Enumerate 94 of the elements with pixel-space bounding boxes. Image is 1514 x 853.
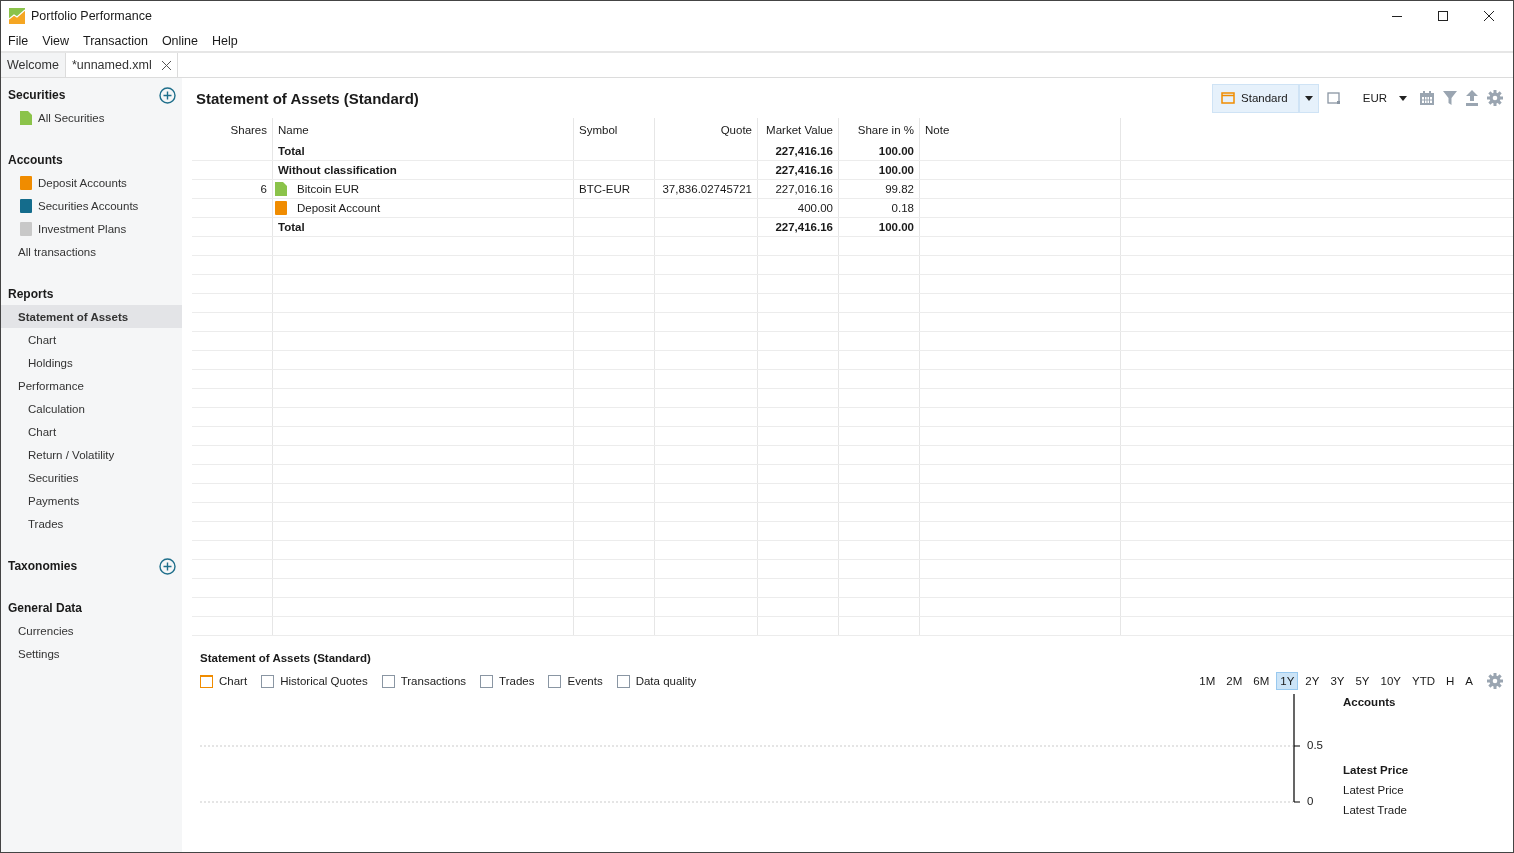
column-header[interactable]: Quote xyxy=(654,118,758,142)
column-header[interactable]: Symbol xyxy=(573,118,655,142)
column-header[interactable]: Name xyxy=(272,118,574,142)
table-cell: 227,416.16 xyxy=(775,145,833,157)
nav-item[interactable]: Return / Volatility xyxy=(1,443,182,466)
nav-item[interactable]: Currencies xyxy=(1,619,182,642)
close-icon[interactable] xyxy=(1483,9,1495,22)
table-cell: 100.00 xyxy=(878,145,914,157)
table-cell: 100.00 xyxy=(878,221,914,233)
document-icon xyxy=(20,110,32,125)
legend-label: Accounts xyxy=(1343,696,1397,710)
nav-item[interactable]: Chart xyxy=(1,328,182,351)
period-button[interactable]: H xyxy=(1442,672,1459,690)
nav-item[interactable]: Securities xyxy=(1,466,182,489)
legend-label: Latest Trade xyxy=(1343,804,1408,818)
checkbox[interactable]: Data quality xyxy=(616,674,697,688)
column-header[interactable]: Market Value xyxy=(757,118,839,142)
period-button[interactable]: 5Y xyxy=(1351,672,1374,690)
table-cell: 227,416.16 xyxy=(775,164,833,176)
window-icon[interactable] xyxy=(1326,91,1341,105)
add-icon[interactable] xyxy=(159,557,176,575)
nav-item[interactable]: Statement of Assets xyxy=(1,305,182,328)
period-button[interactable]: 1M xyxy=(1195,672,1220,690)
view-selector-button[interactable]: Standard xyxy=(1212,83,1299,113)
axis-label: 0 xyxy=(1307,795,1314,807)
period-button[interactable]: 2M xyxy=(1222,672,1247,690)
window-icon xyxy=(1221,92,1236,104)
checkbox[interactable]: Chart xyxy=(200,674,248,688)
table-cell: Bitcoin EUR xyxy=(297,183,359,195)
column-header[interactable]: Shares xyxy=(192,118,273,142)
column-header[interactable]: Note xyxy=(919,118,1121,142)
document-icon xyxy=(275,182,287,196)
section-heading: Accounts xyxy=(8,153,63,167)
panel-title: Statement of Assets (Standard) xyxy=(200,652,372,664)
checkbox[interactable]: Trades xyxy=(480,674,535,688)
table-cell: 6 xyxy=(260,183,267,195)
table-cell: 400.00 xyxy=(797,202,833,214)
period-button[interactable]: 3Y xyxy=(1326,672,1349,690)
period-button[interactable]: 1Y xyxy=(1276,672,1299,690)
nav-item[interactable]: Trades xyxy=(1,512,182,535)
table-cell: Deposit Account xyxy=(297,202,381,214)
axis-label: 0.5 xyxy=(1307,739,1323,751)
menu-item[interactable]: Online xyxy=(161,33,198,48)
nav-item[interactable]: Securities Accounts xyxy=(1,194,182,217)
checkbox[interactable]: Transactions xyxy=(381,674,467,688)
period-button[interactable]: A xyxy=(1461,672,1477,690)
table-cell: 100.00 xyxy=(878,164,914,176)
close-icon[interactable] xyxy=(161,60,171,70)
caret-icon xyxy=(1399,95,1407,101)
add-icon[interactable] xyxy=(159,86,176,104)
tab[interactable]: Welcome xyxy=(1,53,66,77)
menu-item[interactable]: View xyxy=(42,33,70,48)
section-heading: Reports xyxy=(8,287,54,301)
nav-item[interactable]: Holdings xyxy=(1,351,182,374)
table-cell: 0.18 xyxy=(891,202,914,214)
menu-item[interactable]: Help xyxy=(212,33,238,48)
nav-item[interactable]: Calculation xyxy=(1,397,182,420)
nav-item[interactable]: Performance xyxy=(1,374,182,397)
maximize-icon[interactable] xyxy=(1437,9,1449,22)
table-cell: 37,836.02745721 xyxy=(662,183,752,195)
section-heading: Taxonomies xyxy=(8,559,78,573)
nav-item[interactable]: Deposit Accounts xyxy=(1,171,182,194)
nav-item[interactable]: Settings xyxy=(1,642,182,665)
app-logo-icon xyxy=(9,7,25,24)
menu-item[interactable]: Transaction xyxy=(83,33,148,48)
table-cell: 227,016.16 xyxy=(775,183,833,195)
table-cell: 227,416.16 xyxy=(775,221,833,233)
caret-icon xyxy=(1304,95,1313,101)
table-cell: 99.82 xyxy=(885,183,914,195)
nav-item[interactable]: Payments xyxy=(1,489,182,512)
checkbox[interactable]: Events xyxy=(548,674,603,688)
nav-item[interactable]: All Securities xyxy=(1,106,182,129)
currency-dropdown[interactable]: EUR xyxy=(1348,92,1411,104)
period-button[interactable]: 6M xyxy=(1249,672,1274,690)
nav-item[interactable]: All transactions xyxy=(1,240,182,263)
table-cell: Without classification xyxy=(278,164,397,176)
nav-item[interactable]: Chart xyxy=(1,420,182,443)
checkbox[interactable]: Historical Quotes xyxy=(261,674,368,688)
legend-label: Latest Price xyxy=(1343,784,1405,798)
legend-label: Latest Price xyxy=(1343,764,1410,778)
table-cell: BTC-EUR xyxy=(579,183,631,195)
nav-item[interactable]: Investment Plans xyxy=(1,217,182,240)
menu-item[interactable]: File xyxy=(8,33,29,48)
section-heading: Securities xyxy=(8,88,66,102)
column-header[interactable]: Share in % xyxy=(838,118,920,142)
view-title: Statement of Assets (Standard) xyxy=(196,89,419,107)
period-button[interactable]: 10Y xyxy=(1376,672,1405,690)
period-button[interactable]: YTD xyxy=(1408,672,1439,690)
table-cell: Total xyxy=(278,145,305,157)
table-cell: Total xyxy=(278,221,305,233)
window-title: Portfolio Performance xyxy=(31,8,152,23)
dropdown-button[interactable] xyxy=(1298,83,1319,113)
period-button[interactable]: 2Y xyxy=(1301,672,1324,690)
section-heading: General Data xyxy=(8,601,83,615)
